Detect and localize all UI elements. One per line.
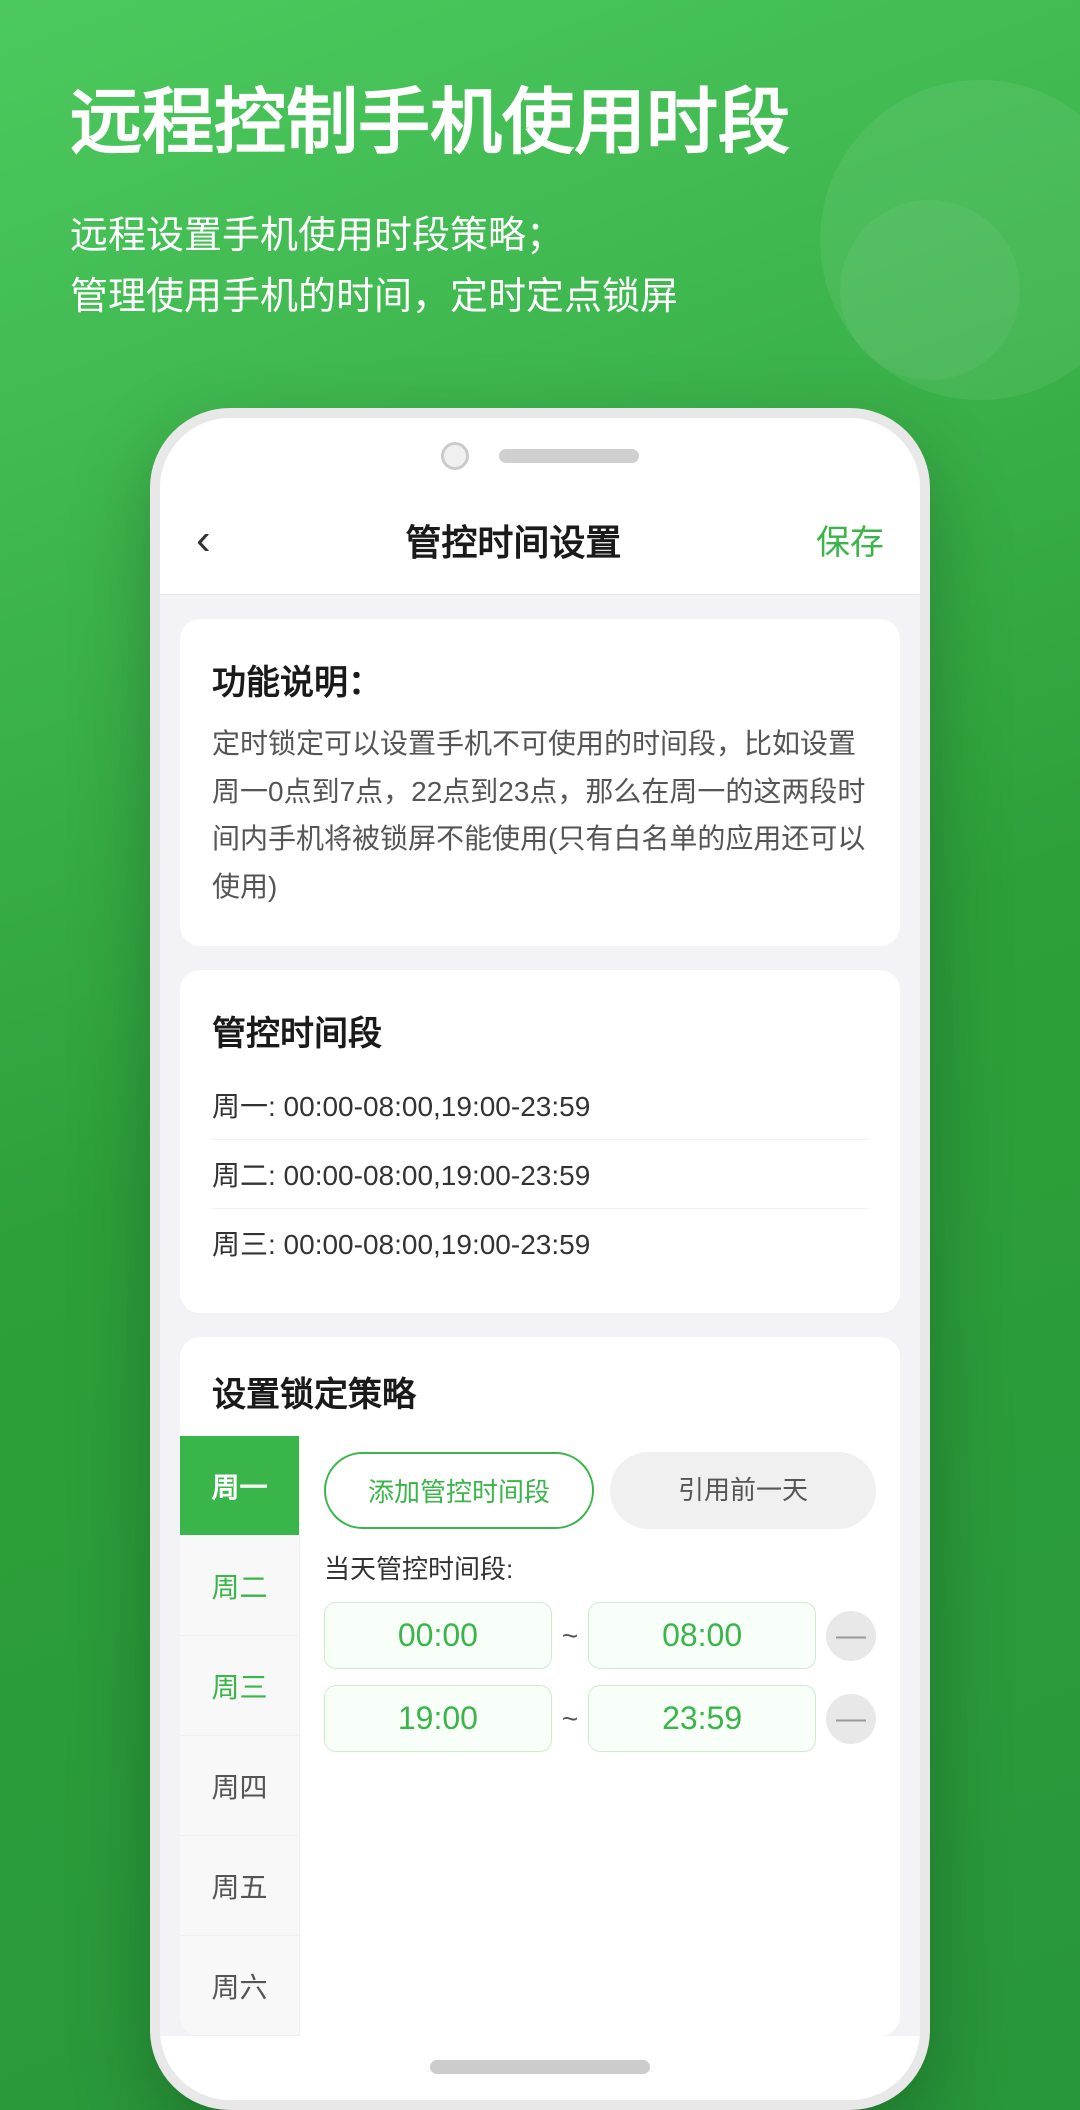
save-button[interactable]: 保存 — [816, 515, 884, 564]
time-ranges-list: 00:00 ~08:00— 19:00 ~23:59— — [324, 1602, 876, 1752]
phone-camera — [441, 442, 469, 470]
control-times-list: 周一: 00:00-08:00,19:00-23:59周二: 00:00-08:… — [212, 1071, 868, 1277]
hero-title: 远程控制手机使用时段 — [70, 80, 1010, 166]
strategy-title: 设置锁定策略 — [180, 1337, 900, 1436]
time-panel-actions: 添加管控时间段 引用前一天 — [324, 1452, 876, 1529]
back-button[interactable]: ‹ — [196, 518, 211, 562]
copy-prev-button[interactable]: 引用前一天 — [610, 1452, 876, 1529]
phone-mockup: ‹ 管控时间设置 保存 功能说明： 定时锁定可以设置手机不可使用的时间段，比如设… — [150, 408, 930, 2110]
time-list-item: 周三: 00:00-08:00,19:00-23:59 — [212, 1209, 868, 1277]
feature-card-title: 功能说明： — [212, 655, 868, 704]
hero-desc-line1: 远程设置手机使用时段策略； — [70, 206, 1010, 267]
app-navbar: ‹ 管控时间设置 保存 — [160, 486, 920, 595]
day-item-周三[interactable]: 周三 — [180, 1636, 299, 1736]
day-item-周一[interactable]: 周一 — [180, 1436, 299, 1536]
day-item-周五[interactable]: 周五 — [180, 1836, 299, 1936]
feature-card-desc: 定时锁定可以设置手机不可使用的时间段，比如设置周一0点到7点，22点到23点，那… — [212, 720, 868, 910]
hero-desc: 远程设置手机使用时段策略； 管理使用手机的时间，定时定点锁屏 — [70, 206, 1010, 328]
strategy-body: 周一周二周三周四周五周六 添加管控时间段 引用前一天 当天管控时间段: 00:0… — [180, 1436, 900, 2036]
time-separator: ~ — [562, 1620, 578, 1652]
home-indicator — [430, 2060, 650, 2074]
navbar-title: 管控时间设置 — [405, 514, 621, 566]
day-label: 当天管控时间段: — [324, 1549, 876, 1586]
remove-time-button[interactable]: — — [826, 1611, 876, 1661]
time-end-picker[interactable]: 08:00 — [588, 1602, 816, 1669]
time-start-picker[interactable]: 19:00 — [324, 1685, 552, 1752]
add-time-button[interactable]: 添加管控时间段 — [324, 1452, 594, 1529]
hero-section: 远程控制手机使用时段 远程设置手机使用时段策略； 管理使用手机的时间，定时定点锁… — [0, 0, 1080, 378]
time-range-row: 00:00 ~08:00— — [324, 1602, 876, 1669]
app-screen: ‹ 管控时间设置 保存 功能说明： 定时锁定可以设置手机不可使用的时间段，比如设… — [160, 486, 920, 2036]
control-times-card: 管控时间段 周一: 00:00-08:00,19:00-23:59周二: 00:… — [180, 970, 900, 1313]
background: 远程控制手机使用时段 远程设置手机使用时段策略； 管理使用手机的时间，定时定点锁… — [0, 0, 1080, 2110]
phone-speaker — [499, 449, 639, 463]
time-start-picker[interactable]: 00:00 — [324, 1602, 552, 1669]
control-times-title: 管控时间段 — [212, 1006, 868, 1055]
time-range-row: 19:00 ~23:59— — [324, 1685, 876, 1752]
day-item-周二[interactable]: 周二 — [180, 1536, 299, 1636]
day-sidebar: 周一周二周三周四周五周六 — [180, 1436, 300, 2036]
strategy-card: 设置锁定策略 周一周二周三周四周五周六 添加管控时间段 引用前一天 当天管控时间… — [180, 1337, 900, 2036]
phone-top-bar — [160, 418, 920, 486]
feature-card: 功能说明： 定时锁定可以设置手机不可使用的时间段，比如设置周一0点到7点，22点… — [180, 619, 900, 946]
day-item-周四[interactable]: 周四 — [180, 1736, 299, 1836]
time-end-picker[interactable]: 23:59 — [588, 1685, 816, 1752]
time-list-item: 周一: 00:00-08:00,19:00-23:59 — [212, 1071, 868, 1140]
time-list-item: 周二: 00:00-08:00,19:00-23:59 — [212, 1140, 868, 1209]
hero-desc-line2: 管理使用手机的时间，定时定点锁屏 — [70, 267, 1010, 328]
remove-time-button[interactable]: — — [826, 1694, 876, 1744]
time-panel: 添加管控时间段 引用前一天 当天管控时间段: 00:00~08:00—19:00… — [300, 1436, 900, 2036]
day-item-周六[interactable]: 周六 — [180, 1936, 299, 2036]
time-separator: ~ — [562, 1703, 578, 1735]
